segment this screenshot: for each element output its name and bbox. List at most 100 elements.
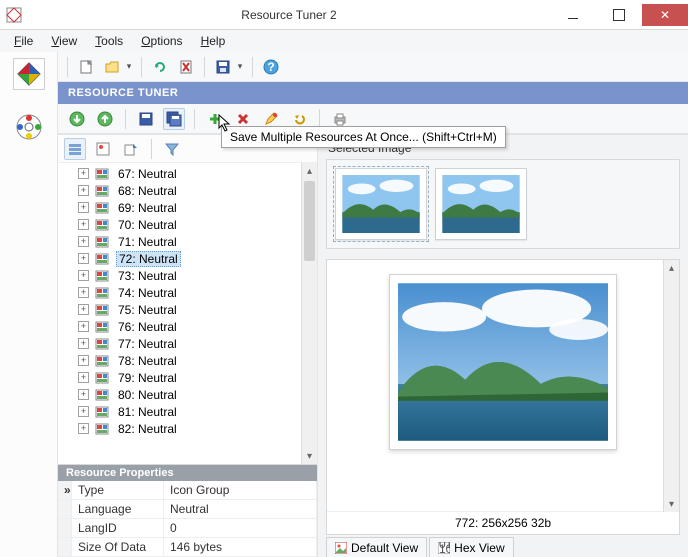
tree-item[interactable]: + 79: Neutral xyxy=(72,369,317,386)
expand-icon[interactable]: + xyxy=(78,372,89,383)
refresh-icon[interactable] xyxy=(149,56,171,78)
expand-icon[interactable]: + xyxy=(78,270,89,281)
new-page-icon[interactable] xyxy=(75,56,97,78)
prop-value: Icon Group xyxy=(164,481,317,500)
expand-icon[interactable]: + xyxy=(78,304,89,315)
tree-item[interactable]: + 81: Neutral xyxy=(72,403,317,420)
tree-item[interactable]: + 74: Neutral xyxy=(72,284,317,301)
tree-item-label: 73: Neutral xyxy=(116,269,179,283)
expand-icon[interactable]: + xyxy=(78,355,89,366)
resource-icon xyxy=(95,252,111,266)
tree-item[interactable]: + 73: Neutral xyxy=(72,267,317,284)
expand-icon[interactable]: + xyxy=(78,338,89,349)
expand-icon[interactable]: + xyxy=(78,287,89,298)
save-resource-icon[interactable] xyxy=(135,108,157,130)
maximize-button[interactable] xyxy=(596,4,642,26)
tree-export-icon[interactable] xyxy=(120,138,142,160)
expand-icon[interactable]: + xyxy=(78,185,89,196)
tree-item[interactable]: + 69: Neutral xyxy=(72,199,317,216)
tree-item[interactable]: + 78: Neutral xyxy=(72,352,317,369)
tab-label: Hex View xyxy=(454,541,504,555)
menu-help[interactable]: Help xyxy=(193,32,234,50)
tree-item[interactable]: + 67: Neutral xyxy=(72,165,317,182)
tree-item-label: 82: Neutral xyxy=(116,422,179,436)
tree-item-label: 77: Neutral xyxy=(116,337,179,351)
svg-text:?: ? xyxy=(267,60,274,74)
menu-options[interactable]: Options xyxy=(133,32,190,50)
tree-item-label: 74: Neutral xyxy=(116,286,179,300)
rail-icon-palette[interactable] xyxy=(14,112,44,142)
prop-indicator xyxy=(58,538,72,557)
tree-item-label: 71: Neutral xyxy=(116,235,179,249)
expand-icon[interactable]: + xyxy=(78,406,89,417)
hex-icon: 010101 xyxy=(438,542,450,554)
rail-icon-diamond[interactable] xyxy=(13,58,45,90)
tab-default-view[interactable]: Default View xyxy=(326,537,427,557)
expand-icon[interactable]: + xyxy=(78,168,89,179)
resource-tree[interactable]: + 67: Neutral+ 68: Neutral+ 69: Neutral+… xyxy=(58,163,317,439)
prop-value: 0 xyxy=(164,519,317,538)
new-folder-icon[interactable] xyxy=(101,56,123,78)
preview-scrollbar[interactable]: ▴▾ xyxy=(663,260,679,512)
tree-item-label: 68: Neutral xyxy=(116,184,179,198)
titlebar: Resource Tuner 2 xyxy=(0,0,688,30)
menu-file[interactable]: File xyxy=(6,32,41,50)
tree-item-label: 75: Neutral xyxy=(116,303,179,317)
expand-icon[interactable]: + xyxy=(78,219,89,230)
resource-icon xyxy=(95,303,111,317)
resource-icon xyxy=(95,422,111,436)
tooltip: Save Multiple Resources At Once... (Shif… xyxy=(221,126,506,148)
tree-item[interactable]: + 82: Neutral xyxy=(72,420,317,437)
tree-view-icon[interactable] xyxy=(92,138,114,160)
prop-indicator xyxy=(58,519,72,538)
prop-value: Neutral xyxy=(164,500,317,519)
tree-item[interactable]: + 76: Neutral xyxy=(72,318,317,335)
resource-icon xyxy=(95,337,111,351)
resource-icon xyxy=(95,201,111,215)
minimize-button[interactable] xyxy=(550,4,596,26)
menu-view[interactable]: View xyxy=(43,32,85,50)
dropdown-icon[interactable]: ▾ xyxy=(124,61,134,72)
tree-scrollbar[interactable]: ▴▾ xyxy=(301,163,317,464)
tree-item-label: 69: Neutral xyxy=(116,201,179,215)
tree-item[interactable]: + 75: Neutral xyxy=(72,301,317,318)
thumbnail-2[interactable] xyxy=(435,168,527,240)
resource-icon xyxy=(95,388,111,402)
app-icon xyxy=(0,7,28,23)
expand-icon[interactable]: + xyxy=(78,389,89,400)
resource-icon xyxy=(95,286,111,300)
save-multiple-icon[interactable] xyxy=(163,108,185,130)
expand-icon[interactable]: + xyxy=(78,321,89,332)
delete-icon[interactable] xyxy=(175,56,197,78)
arrow-up-icon[interactable] xyxy=(94,108,116,130)
tree-expand-icon[interactable] xyxy=(64,138,86,160)
tree-item[interactable]: + 68: Neutral xyxy=(72,182,317,199)
menu-tools[interactable]: Tools xyxy=(87,32,131,50)
tree-item-label: 67: Neutral xyxy=(116,167,179,181)
tree-item[interactable]: + 70: Neutral xyxy=(72,216,317,233)
tree-item-label: 70: Neutral xyxy=(116,218,179,232)
tree-item[interactable]: + 71: Neutral xyxy=(72,233,317,250)
tree-item[interactable]: + 80: Neutral xyxy=(72,386,317,403)
expand-icon[interactable]: + xyxy=(78,236,89,247)
thumbnail-1[interactable] xyxy=(335,168,427,240)
tab-label: Default View xyxy=(351,541,418,555)
close-button[interactable] xyxy=(642,4,688,26)
properties-panel: Resource Properties »TypeIcon GroupLangu… xyxy=(58,464,317,557)
tree-panel: + 67: Neutral+ 68: Neutral+ 69: Neutral+… xyxy=(58,135,318,557)
arrow-down-icon[interactable] xyxy=(66,108,88,130)
prop-key: LangID xyxy=(72,519,164,538)
dropdown-icon[interactable]: ▾ xyxy=(235,61,245,72)
tree-item[interactable]: + 77: Neutral xyxy=(72,335,317,352)
expand-icon[interactable]: + xyxy=(78,423,89,434)
tree-item[interactable]: + 72: Neutral xyxy=(72,250,317,267)
view-tabs: Default View 010101 Hex View xyxy=(326,537,680,557)
help-icon[interactable]: ? xyxy=(260,56,282,78)
thumbnail-group xyxy=(326,159,680,249)
save-icon[interactable] xyxy=(212,56,234,78)
expand-icon[interactable]: + xyxy=(78,202,89,213)
resource-icon xyxy=(95,184,111,198)
expand-icon[interactable]: + xyxy=(78,253,89,264)
tab-hex-view[interactable]: 010101 Hex View xyxy=(429,537,513,557)
filter-icon[interactable] xyxy=(161,138,183,160)
